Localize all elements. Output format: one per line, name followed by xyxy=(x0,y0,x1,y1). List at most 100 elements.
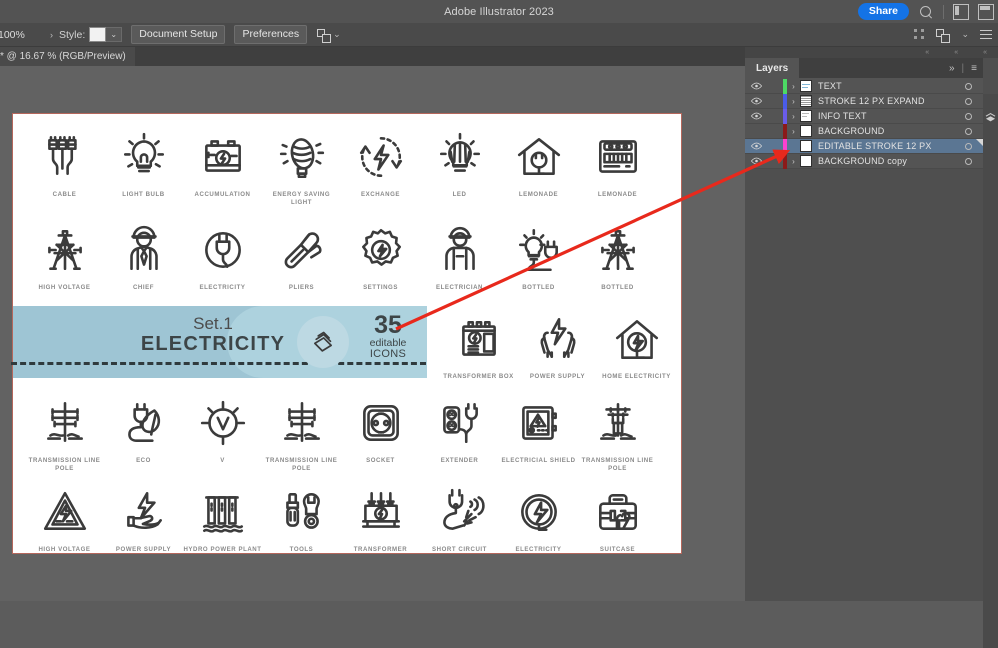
visibility-toggle-icon[interactable] xyxy=(745,82,767,90)
icon-cell[interactable]: SHORT CIRCUIT xyxy=(420,481,499,562)
align-icon[interactable] xyxy=(317,28,332,43)
arrange-documents-icon[interactable] xyxy=(978,3,994,20)
search-icon[interactable] xyxy=(918,4,934,20)
layer-thumbnail[interactable] xyxy=(800,80,812,92)
icon-cell[interactable]: ELECTRICIAN xyxy=(420,219,499,300)
icon-cell[interactable]: V xyxy=(183,392,262,473)
electrician-icon xyxy=(434,219,486,281)
icon-cell[interactable]: ELECTRICITY xyxy=(499,481,578,562)
expand-layer-icon[interactable]: › xyxy=(787,112,800,121)
icon-cell[interactable]: LEMONADE xyxy=(578,126,657,207)
icon-cell[interactable]: SOCKET xyxy=(341,392,420,473)
layer-thumbnail[interactable] xyxy=(800,125,812,137)
icon-cell[interactable]: HYDRO POWER PLANT xyxy=(183,481,262,562)
share-button[interactable]: Share xyxy=(857,2,909,21)
layer-target-icon[interactable] xyxy=(953,97,983,105)
icon-cell[interactable]: LED xyxy=(420,126,499,207)
icon-cell[interactable]: EXTENDER xyxy=(420,392,499,473)
icon-cell[interactable]: CHIEF xyxy=(104,219,183,300)
icon-label: HIGH VOLTAGE xyxy=(38,284,91,291)
zoom-input[interactable]: 100% xyxy=(0,26,48,43)
icon-cell[interactable]: TRANSMISSION LINE POLE xyxy=(25,392,104,473)
icon-cell[interactable]: POWER SUPPLY xyxy=(518,308,597,389)
icon-cell[interactable]: EXCHANGE xyxy=(341,126,420,207)
style-swatch[interactable] xyxy=(89,27,107,42)
expand-layer-icon[interactable]: › xyxy=(787,82,800,91)
icon-cell[interactable]: HIGH VOLTAGE xyxy=(25,219,104,300)
align-caret-icon[interactable]: ⌄ xyxy=(333,29,341,40)
expand-layer-icon[interactable]: › xyxy=(787,97,800,106)
layer-row[interactable]: › STROKE 12 PX EXPAND xyxy=(745,93,983,109)
preferences-button[interactable]: Preferences xyxy=(234,25,308,44)
panel-menu-icon[interactable] xyxy=(980,29,992,40)
layer-target-icon[interactable] xyxy=(953,112,983,120)
panel-options-icon[interactable]: ≡ xyxy=(971,63,977,74)
icon-label: HOME ELECTRICITY xyxy=(602,373,671,380)
distribute-icon[interactable] xyxy=(936,28,951,43)
layer-target-icon[interactable] xyxy=(953,82,983,90)
cable-icon xyxy=(39,126,91,188)
workspace-icon[interactable] xyxy=(953,3,969,20)
bulb-plug-icon xyxy=(513,219,565,281)
icon-cell[interactable]: ENERGY SAVING LIGHT xyxy=(262,126,341,207)
visibility-toggle-icon[interactable] xyxy=(745,142,767,150)
layer-row[interactable]: › BACKGROUND xyxy=(745,123,983,139)
icon-cell[interactable]: HIGH VOLTAGE xyxy=(25,481,104,562)
distribute-caret-icon[interactable]: ⌄ xyxy=(961,29,969,40)
zoom-chevron-icon[interactable]: › xyxy=(50,30,53,40)
canvas[interactable]: CABLE LIGHT BULB ACCUMULATION ENERGY SAVING… xyxy=(0,66,745,601)
layer-target-icon[interactable] xyxy=(953,157,983,165)
layer-target-icon[interactable] xyxy=(953,127,983,135)
icon-cell[interactable]: HOME ELECTRICITY xyxy=(597,308,676,389)
layer-row[interactable]: › TEXT xyxy=(745,78,983,94)
icon-cell[interactable]: ECO xyxy=(104,392,183,473)
icon-cell[interactable]: POWER SUPPLY xyxy=(104,481,183,562)
layer-row[interactable]: EDITABLE STROKE 12 PX xyxy=(745,138,983,154)
layer-name: BACKGROUND copy xyxy=(818,156,908,166)
icon-cell[interactable]: BOTTLED xyxy=(499,219,578,300)
visibility-toggle-icon[interactable] xyxy=(745,157,767,165)
icon-cell[interactable]: SUITCASE xyxy=(578,481,657,562)
icon-cell[interactable]: TRANSMISSION LINE POLE xyxy=(578,392,657,473)
collapse-handle-3[interactable]: « xyxy=(983,49,987,56)
icon-cell[interactable]: ELECTRICIAL SHIELD xyxy=(499,392,578,473)
tab-layers[interactable]: Layers xyxy=(745,58,800,78)
icon-cell[interactable]: ACCUMULATION xyxy=(183,126,262,207)
layer-thumbnail[interactable] xyxy=(800,140,812,152)
visibility-toggle-icon[interactable] xyxy=(745,112,767,120)
document-setup-button[interactable]: Document Setup xyxy=(131,25,226,44)
icon-cell[interactable]: TOOLS xyxy=(262,481,341,562)
icon-cell[interactable]: BOTTLED xyxy=(578,219,657,300)
grid-dots-icon[interactable] xyxy=(914,29,925,40)
icon-cell[interactable]: PLIERS xyxy=(262,219,341,300)
artboard[interactable]: CABLE LIGHT BULB ACCUMULATION ENERGY SAVING… xyxy=(11,113,682,554)
expand-layer-icon[interactable]: › xyxy=(787,157,800,166)
banner-row: Set.1 ELECTRICITY 35 editable ICONS TRANSFORM… xyxy=(11,306,681,384)
collapse-handle-2[interactable]: « xyxy=(954,49,958,56)
collapse-panel-icon[interactable]: » xyxy=(949,63,955,74)
icon-label: LIGHT BULB xyxy=(122,191,165,198)
icon-cell[interactable]: LEMONADE xyxy=(499,126,578,207)
icon-cell[interactable]: TRANSFORMER xyxy=(341,481,420,562)
icon-cell[interactable]: LIGHT BULB xyxy=(104,126,183,207)
icon-label: BOTTLED xyxy=(601,284,634,291)
icon-cell[interactable]: CABLE xyxy=(25,126,104,207)
layer-row[interactable]: › INFO TEXT xyxy=(745,108,983,124)
expand-layer-icon[interactable]: › xyxy=(787,127,800,136)
style-dropdown-icon[interactable]: ⌄ xyxy=(106,27,123,42)
layer-thumbnail[interactable] xyxy=(800,110,812,122)
collapse-handle-1[interactable]: « xyxy=(925,49,929,56)
icon-cell[interactable]: TRANSMISSION LINE POLE xyxy=(262,392,341,473)
icon-cell[interactable]: TRANSFORMER BOX xyxy=(439,308,518,389)
icon-cell[interactable]: SETTINGS xyxy=(341,219,420,300)
icon-cell[interactable]: ELECTRICITY xyxy=(183,219,262,300)
layer-thumbnail[interactable] xyxy=(800,155,812,167)
layers-stack-icon[interactable] xyxy=(984,111,997,124)
document-tab[interactable]: * @ 16.67 % (RGB/Preview) xyxy=(0,47,135,66)
banner-dashed-line xyxy=(11,362,426,365)
icon-grid: CABLE LIGHT BULB ACCUMULATION ENERGY SAVING… xyxy=(11,114,681,562)
visibility-toggle-icon[interactable] xyxy=(745,97,767,105)
layer-row[interactable]: › BACKGROUND copy xyxy=(745,153,983,169)
control-bar: 100% › Style: ⌄ Document Setup Preferenc… xyxy=(0,23,998,47)
layer-thumbnail[interactable] xyxy=(800,95,812,107)
